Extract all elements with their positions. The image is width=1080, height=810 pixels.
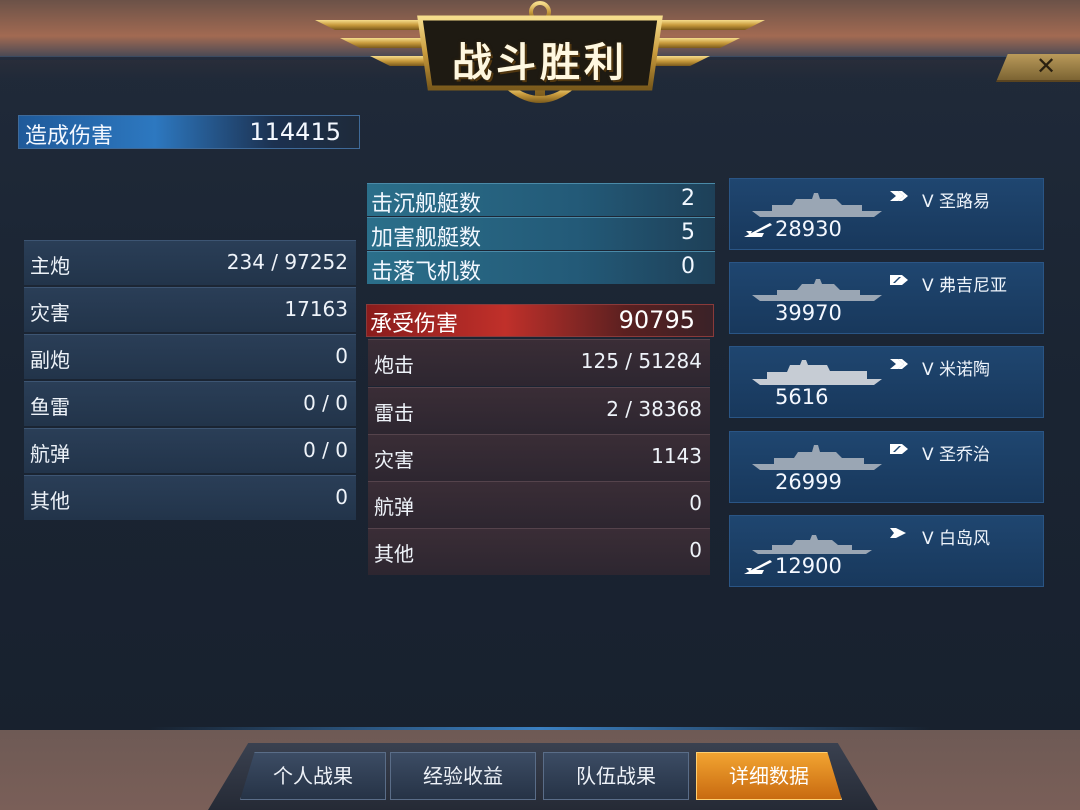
tab-team-results[interactable]: 队伍战果 xyxy=(543,752,689,800)
close-button[interactable]: ✕ xyxy=(996,54,1080,82)
table-row: 航弹 0 xyxy=(368,481,710,528)
row-value: 0 xyxy=(335,344,348,368)
tab-detailed-data[interactable]: 详细数据 xyxy=(696,752,842,800)
row-label: 副炮 xyxy=(30,348,70,372)
row-value: 234 / 97252 xyxy=(226,250,348,274)
ship-card[interactable]: V 圣路易 28930 xyxy=(729,178,1044,250)
table-row: 其他 0 xyxy=(368,528,710,575)
row-label: 鱼雷 xyxy=(30,395,70,419)
table-row: 主炮 234 / 97252 xyxy=(24,240,356,285)
row-value: 0 / 0 xyxy=(303,438,348,462)
row-label: 炮击 xyxy=(374,353,414,377)
table-row: 副炮 0 xyxy=(24,334,356,379)
row-label: 击落飞机数 xyxy=(371,260,482,285)
kills-table: 击沉舰艇数 2 加害舰艇数 5 击落飞机数 0 xyxy=(367,183,715,285)
row-label: 击沉舰艇数 xyxy=(371,192,482,217)
row-value: 2 xyxy=(681,186,695,211)
damage-received-value: 90795 xyxy=(618,306,695,334)
ship-damage: 39970 xyxy=(775,301,842,325)
ship-name: V 圣乔治 xyxy=(922,445,991,465)
row-label: 雷击 xyxy=(374,401,414,425)
table-row: 炮击 125 / 51284 xyxy=(368,339,710,386)
ship-name: V 弗吉尼亚 xyxy=(922,276,1008,296)
table-row: 击沉舰艇数 2 xyxy=(367,183,715,217)
damage-dealt-value: 114415 xyxy=(249,118,341,146)
ship-damage: 5616 xyxy=(775,385,829,409)
ship-card[interactable]: V 弗吉尼亚 39970 xyxy=(729,262,1044,334)
row-value: 0 / 0 xyxy=(303,391,348,415)
ship-silhouette-icon xyxy=(752,535,872,554)
damage-dealt-table: 主炮 234 / 97252 灾害 17163 副炮 0 鱼雷 0 / 0 航弹… xyxy=(24,240,356,524)
table-row: 雷击 2 / 38368 xyxy=(368,387,710,434)
tab-personal-results[interactable]: 个人战果 xyxy=(240,752,386,800)
table-row: 灾害 1143 xyxy=(368,434,710,481)
close-icon: ✕ xyxy=(1036,52,1057,80)
row-label: 主炮 xyxy=(30,254,70,278)
row-value: 1143 xyxy=(651,444,702,468)
row-value: 125 / 51284 xyxy=(580,349,702,373)
ship-name: V 白岛风 xyxy=(922,529,991,549)
row-label: 灾害 xyxy=(30,301,70,325)
damage-received-table: 炮击 125 / 51284 雷击 2 / 38368 灾害 1143 航弹 0… xyxy=(368,339,710,577)
table-row: 鱼雷 0 / 0 xyxy=(24,381,356,426)
double-chevron-icon xyxy=(890,191,908,201)
stripe-chevron-icon xyxy=(890,444,908,454)
table-row: 加害舰艇数 5 xyxy=(367,217,715,251)
row-label: 其他 xyxy=(374,542,414,566)
row-label: 航弹 xyxy=(374,495,414,519)
aircraft-icon xyxy=(744,223,772,237)
table-row: 灾害 17163 xyxy=(24,287,356,332)
aircraft-icon xyxy=(744,560,772,574)
row-value: 5 xyxy=(681,220,695,245)
ship-silhouette-icon xyxy=(752,445,882,470)
divider-glow xyxy=(150,727,930,730)
ship-damage: 26999 xyxy=(775,470,842,494)
ship-silhouette-icon xyxy=(752,193,882,217)
ship-card[interactable]: V 白岛风 12900 xyxy=(729,515,1044,587)
table-row: 击落飞机数 0 xyxy=(367,251,715,285)
row-value: 0 xyxy=(689,491,702,515)
ship-card[interactable]: V 米诺陶 5616 xyxy=(729,346,1044,418)
damage-dealt-header: 造成伤害 114415 xyxy=(18,115,360,149)
table-row: 其他 0 xyxy=(24,475,356,520)
ship-name: V 米诺陶 xyxy=(922,360,991,380)
damage-received-label: 承受伤害 xyxy=(370,312,459,337)
row-label: 航弹 xyxy=(30,442,70,466)
tab-experience-gain[interactable]: 经验收益 xyxy=(390,752,536,800)
single-chevron-icon xyxy=(890,528,906,538)
double-chevron-icon xyxy=(890,359,908,369)
damage-dealt-label: 造成伤害 xyxy=(25,124,114,149)
row-label: 加害舰艇数 xyxy=(371,226,482,251)
ship-damage: 12900 xyxy=(775,554,842,578)
row-value: 17163 xyxy=(284,297,348,321)
ship-name: V 圣路易 xyxy=(922,192,991,212)
ship-silhouette-icon xyxy=(752,360,882,385)
stripe-chevron-icon xyxy=(890,275,908,285)
ship-card[interactable]: V 圣乔治 26999 xyxy=(729,431,1044,503)
row-label: 其他 xyxy=(30,489,70,513)
ship-silhouette-icon xyxy=(752,279,882,301)
row-label: 灾害 xyxy=(374,448,414,472)
row-value: 0 xyxy=(335,485,348,509)
damage-received-header: 承受伤害 90795 xyxy=(366,304,714,337)
victory-title: 战斗胜利 xyxy=(452,40,628,86)
table-row: 航弹 0 / 0 xyxy=(24,428,356,473)
row-value: 2 / 38368 xyxy=(606,397,702,421)
ship-damage: 28930 xyxy=(775,217,842,241)
row-value: 0 xyxy=(689,538,702,562)
row-value: 0 xyxy=(681,254,695,279)
